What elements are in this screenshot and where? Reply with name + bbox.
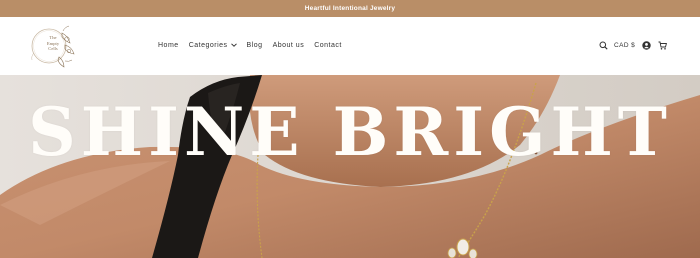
currency-selector[interactable]: CAD $ [614, 42, 635, 49]
nav-categories-label: Categories [188, 41, 228, 49]
cart-icon [658, 41, 668, 50]
account-icon [642, 40, 651, 50]
header-actions: CAD $ [599, 39, 668, 51]
nav-blog[interactable]: Blog [247, 42, 263, 49]
announcement-bar: Heartful Intentional Jewelry [0, 0, 700, 17]
nav-about-us[interactable]: About us [273, 42, 305, 49]
currency-label: CAD $ [614, 41, 636, 49]
nav-blog-label: Blog [246, 41, 263, 49]
store-logo[interactable]: The Empty Cells [29, 23, 77, 69]
hero-banner[interactable]: SHINE BRIGHT [0, 75, 700, 258]
account-button[interactable] [642, 40, 651, 50]
nav-about-us-label: About us [272, 41, 305, 49]
chevron-down-icon [230, 43, 237, 47]
nav-home[interactable]: Home [158, 42, 179, 49]
main-nav: Home Categories Blog About us Contact [158, 39, 342, 51]
logo-text: The Empty Cells [39, 35, 67, 52]
cart-button[interactable] [658, 41, 668, 50]
nav-categories[interactable]: Categories [189, 42, 237, 49]
search-icon [599, 41, 608, 50]
nav-home-label: Home [158, 41, 179, 49]
nav-contact[interactable]: Contact [314, 42, 342, 49]
search-button[interactable] [599, 41, 608, 50]
logo-line-3: Cells [48, 46, 58, 52]
nav-contact-label: Contact [314, 41, 342, 49]
hero-title: SHINE BRIGHT [28, 93, 672, 171]
site-header: The Empty Cells Home Categories Blog Abo… [0, 17, 700, 75]
announcement-text: Heartful Intentional Jewelry [304, 5, 396, 12]
